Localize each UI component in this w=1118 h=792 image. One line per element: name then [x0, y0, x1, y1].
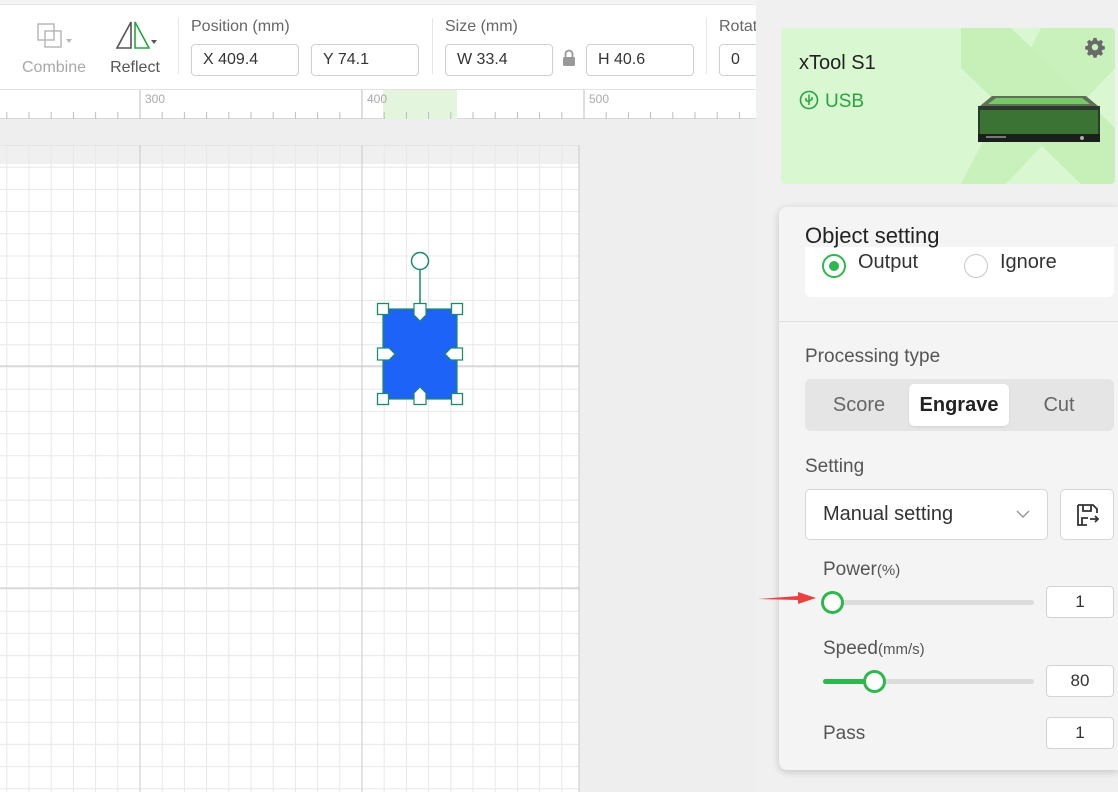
resize-handle[interactable] [450, 302, 464, 316]
combine-button[interactable]: Combine [14, 14, 94, 82]
radio-checked-icon [822, 254, 846, 278]
horizontal-ruler: 300 400 500 [0, 90, 756, 119]
processing-option-cut[interactable]: Cut [1009, 384, 1109, 426]
reflect-button[interactable]: Reflect [95, 14, 175, 82]
reflect-icon [115, 21, 157, 49]
gear-icon[interactable] [1084, 37, 1106, 59]
work-area: Combine Reflect Position (mm) X 409.4 Y … [0, 0, 756, 792]
power-label-text: Power [823, 559, 877, 580]
processing-type-selector: Score Engrave Cut [805, 379, 1114, 431]
annotation-arrow-icon [758, 592, 816, 604]
panel-title: Object setting [805, 223, 940, 248]
rotate-handle[interactable] [410, 251, 430, 271]
ruler-label-300: 300 [145, 92, 166, 106]
output-label: Output [858, 251, 919, 273]
toolbar-divider [706, 18, 707, 74]
resize-handle[interactable] [450, 392, 464, 406]
size-height-input[interactable]: H 40.6 [586, 44, 694, 76]
processing-type-label: Processing type [805, 346, 941, 367]
ruler-label-500: 500 [589, 92, 610, 106]
rotate-title: Rotat [719, 18, 756, 35]
panel-divider [779, 321, 1118, 322]
save-icon [1077, 504, 1100, 526]
power-slider[interactable] [821, 591, 1034, 614]
selected-object[interactable] [0, 119, 756, 792]
pass-label: Pass [823, 723, 866, 744]
speed-slider[interactable] [823, 670, 1034, 693]
resize-handle[interactable] [376, 302, 390, 316]
device-name: xTool S1 [799, 52, 876, 74]
lock-icon[interactable] [562, 49, 576, 67]
setting-label: Setting [805, 456, 865, 477]
ruler-label-400: 400 [367, 92, 388, 106]
speed-slider-fill [823, 679, 865, 684]
canvas[interactable] [0, 119, 756, 792]
connection-label: USB [825, 91, 865, 112]
speed-label: Speed(mm/s) [823, 638, 925, 660]
speed-unit: (mm/s) [877, 641, 925, 658]
rotate-input[interactable]: 0 [719, 44, 756, 76]
radio-unchecked-icon [964, 254, 988, 278]
setting-dropdown-value: Manual setting [823, 503, 954, 525]
toolbar-divider [178, 18, 179, 74]
power-label: Power(%) [823, 559, 900, 581]
usb-icon [799, 90, 819, 110]
output-options: Output Ignore [805, 247, 1114, 297]
size-title: Size (mm) [445, 18, 518, 35]
power-input[interactable]: 1 [1046, 586, 1114, 618]
chevron-down-icon [1016, 510, 1030, 519]
combine-label: Combine [21, 59, 87, 76]
speed-label-text: Speed [823, 638, 878, 659]
object-setting-panel: Output Ignore Object setting Processing … [779, 207, 1118, 770]
device-card[interactable]: xTool S1 USB [781, 28, 1115, 184]
processing-option-engrave[interactable]: Engrave [909, 384, 1009, 426]
reflect-label: Reflect [110, 59, 160, 76]
toolbar: Combine Reflect Position (mm) X 409.4 Y … [0, 0, 756, 90]
connection-status: USB [799, 90, 864, 113]
save-setting-button[interactable] [1060, 489, 1114, 540]
power-unit: (%) [876, 562, 901, 579]
position-title: Position (mm) [191, 18, 290, 35]
pass-input[interactable]: 1 [1046, 717, 1114, 749]
laser-engraver-image [978, 96, 1100, 142]
power-slider-thumb[interactable] [821, 591, 844, 614]
toolbar-divider [432, 18, 433, 74]
combine-icon [37, 23, 72, 48]
setting-dropdown[interactable]: Manual setting [805, 489, 1048, 540]
position-x-input[interactable]: X 409.4 [191, 44, 299, 76]
size-width-input[interactable]: W 33.4 [445, 44, 553, 76]
speed-slider-thumb[interactable] [863, 670, 886, 693]
position-y-input[interactable]: Y 74.1 [311, 44, 419, 76]
processing-option-score[interactable]: Score [809, 384, 909, 426]
resize-handle[interactable] [376, 392, 390, 406]
ignore-label: Ignore [1000, 251, 1057, 273]
speed-input[interactable]: 80 [1046, 665, 1114, 697]
